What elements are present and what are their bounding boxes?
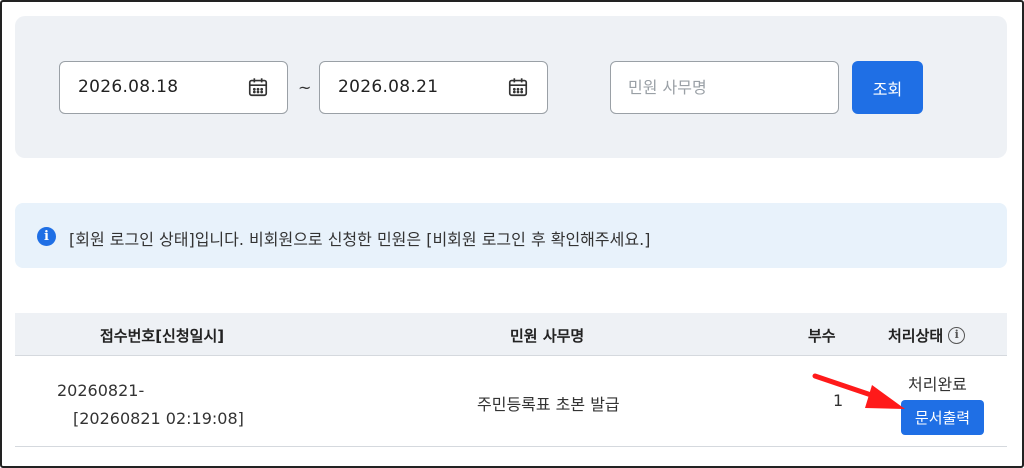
- print-document-button[interactable]: 문서출력: [901, 400, 984, 435]
- header-status: 처리상태 i: [888, 325, 966, 346]
- receipt-cell: 20260821- [20260821 02:19:08]: [57, 377, 244, 433]
- end-date-value: 2026.08.21: [338, 77, 439, 97]
- receipt-number: 20260821-: [57, 381, 145, 400]
- calendar-icon[interactable]: [247, 76, 269, 98]
- status-info-icon[interactable]: i: [948, 327, 966, 344]
- table-header: 접수번호[신청일시] 민원 사무명 부수 처리상태 i: [15, 313, 1007, 356]
- start-date-value: 2026.08.18: [78, 77, 179, 97]
- calendar-icon[interactable]: [507, 76, 529, 98]
- service-name: 주민등록표 초본 발급: [477, 395, 620, 414]
- header-service: 민원 사무명: [510, 327, 585, 345]
- status-text: 처리완료: [908, 375, 967, 394]
- notice-text: [회원 로그인 상태]입니다. 비회원으로 신청한 민원은 [비회원 로그인 후…: [69, 230, 651, 249]
- header-copies: 부수: [808, 327, 836, 345]
- date-range-separator: ~: [298, 78, 312, 97]
- end-date-field[interactable]: 2026.08.21: [319, 61, 548, 114]
- table-row: 20260821- [20260821 02:19:08] 주민등록표 초본 발…: [15, 357, 1007, 447]
- applied-datetime: [20260821 02:19:08]: [73, 409, 244, 428]
- copies-count: 1: [833, 391, 844, 410]
- header-receipt: 접수번호[신청일시]: [100, 327, 225, 345]
- login-notice: i [회원 로그인 상태]입니다. 비회원으로 신청한 민원은 [비회원 로그인…: [15, 203, 1007, 268]
- start-date-field[interactable]: 2026.08.18: [59, 61, 288, 114]
- header-status-label: 처리상태: [888, 327, 944, 345]
- info-icon: i: [37, 227, 56, 246]
- search-panel: 2026.08.18 ~ 2026.08.21 민원 사무명 조회: [15, 16, 1007, 158]
- search-button[interactable]: 조회: [852, 61, 923, 114]
- service-name-input[interactable]: [610, 61, 839, 114]
